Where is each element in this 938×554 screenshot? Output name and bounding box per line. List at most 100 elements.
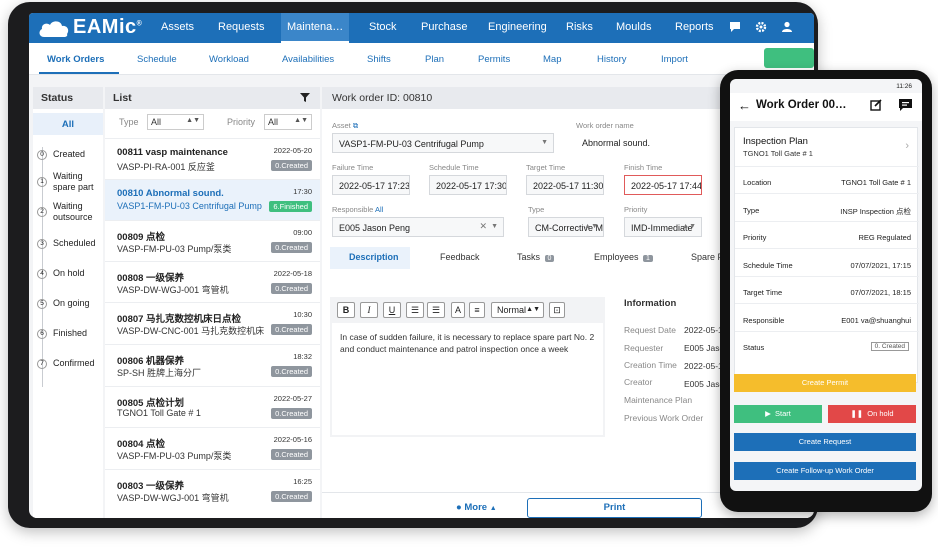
status-item-on-hold[interactable]: 4 On hold	[37, 268, 85, 279]
status-badge: 6.Finished	[269, 201, 312, 212]
external-link-icon[interactable]: ⧉	[353, 121, 358, 130]
chat-icon[interactable]	[729, 21, 741, 33]
list-item[interactable]: 00805 点检计划 TGNO1 Toll Gate # 1 2022-05-2…	[105, 386, 320, 427]
back-arrow-icon[interactable]: ←	[738, 98, 751, 113]
subnav-history[interactable]: History	[597, 54, 627, 65]
status-item-confirmed[interactable]: 7 Confirmed	[37, 358, 95, 369]
status-item-created[interactable]: 0 Created	[37, 149, 85, 160]
tab-employees[interactable]: Employees 1	[594, 252, 653, 262]
priority-select[interactable]: IMD-Immediate ▲▼	[624, 217, 702, 237]
status-item-waiting-outsource[interactable]: 2 Waiting outsource	[37, 201, 97, 223]
type-filter-select[interactable]: All ▲▼	[147, 114, 204, 130]
subnav-permits[interactable]: Permits	[478, 54, 510, 65]
create-followup-work-order-button[interactable]: Create Follow-up Work Order	[734, 462, 916, 480]
nav-requests[interactable]: Requests	[218, 21, 264, 33]
nav-moulds[interactable]: Moulds	[616, 21, 651, 33]
priority-label: Priority	[743, 233, 767, 242]
schedule-time-input[interactable]: 2022-05-17 17:30	[429, 175, 507, 195]
status-item-waiting-spare-part[interactable]: 1 Waiting spare part	[37, 171, 97, 193]
new-work-order-button[interactable]	[764, 48, 814, 68]
underline-button[interactable]: U	[383, 302, 401, 318]
create-request-button[interactable]: Create Request	[734, 433, 916, 451]
list-item[interactable]: 00804 点检 VASP-FM-PU-03 Pump/泵类 2022-05-1…	[105, 427, 320, 468]
pause-icon: ❚❚	[850, 409, 864, 418]
failure-time-input[interactable]: 2022-05-17 17:23	[332, 175, 410, 195]
font-color-button[interactable]: A	[451, 302, 465, 318]
tab-spare-parts[interactable]: Spare P	[691, 252, 724, 262]
list-item[interactable]: 00809 点检 VASP-FM-PU-03 Pump/泵类 09:00 0.C…	[105, 220, 320, 261]
tab-feedback[interactable]: Feedback	[440, 252, 480, 262]
subnav-import[interactable]: Import	[661, 54, 688, 65]
format-select[interactable]: Normal ▲▼	[491, 302, 544, 318]
responsible-all-link[interactable]: All	[375, 205, 383, 214]
list-item[interactable]: 00803 一级保养 VASP-DW-WGJ-001 弯管机 16:25 0.C…	[105, 469, 320, 510]
align-button[interactable]: ≡	[469, 302, 485, 318]
comment-icon[interactable]	[899, 99, 912, 111]
chevron-down-icon: ▼	[491, 223, 498, 230]
nav-stock[interactable]: Stock	[369, 21, 397, 33]
nav-maintenance[interactable]: Maintena…	[281, 13, 350, 43]
work-order-title: 00810 Abnormal sound.	[117, 188, 224, 199]
clear-icon[interactable]: ✕	[479, 221, 487, 232]
subnav-work-orders[interactable]: Work Orders	[47, 54, 104, 65]
on-hold-button[interactable]: ❚❚ On hold	[828, 405, 916, 423]
nav-engineering[interactable]: Engineering	[488, 21, 547, 33]
list-item[interactable]: 00810 Abnormal sound. VASP1-FM-PU-03 Cen…	[105, 179, 320, 220]
nav-purchase[interactable]: Purchase	[421, 21, 467, 33]
bullet-list-button[interactable]: ☰	[406, 302, 424, 318]
employees-count: 1	[643, 255, 653, 262]
nav-reports[interactable]: Reports	[675, 21, 714, 33]
work-order-date: 2022-05-27	[273, 394, 312, 403]
status-header: Status	[33, 87, 103, 109]
work-order-name-input[interactable]: Abnormal sound.	[576, 133, 726, 153]
priority-filter-select[interactable]: All ▲▼	[264, 114, 312, 130]
finish-time-input[interactable]: 2022-05-17 17:44	[624, 175, 702, 195]
list-item[interactable]: 00808 一级保养 VASP-DW-WGJ-001 弯管机 2022-05-1…	[105, 261, 320, 302]
subnav-availabilities[interactable]: Availabilities	[282, 54, 334, 65]
responsible-select[interactable]: E005 Jason Peng ✕ ▼	[332, 217, 504, 237]
bold-button[interactable]: B	[337, 302, 355, 318]
chevron-updown-icon: ▲▼	[682, 223, 696, 230]
schedule-time-label: Schedule Time	[743, 261, 793, 270]
status-filter-all[interactable]: All	[33, 113, 103, 135]
work-order-asset: VASP-FM-PU-03 Pump/泵类	[117, 244, 232, 254]
subnav-shifts[interactable]: Shifts	[367, 54, 391, 65]
print-button[interactable]: Print	[527, 498, 702, 518]
gear-icon[interactable]	[755, 21, 767, 33]
nav-assets[interactable]: Assets	[161, 21, 194, 33]
tab-tasks[interactable]: Tasks 0	[517, 252, 555, 262]
target-time-input[interactable]: 2022-05-17 11:30	[526, 175, 604, 195]
list-item[interactable]: 00811 vasp maintenance VASP-PI-RA-001 反应…	[105, 138, 320, 179]
user-icon[interactable]	[781, 21, 793, 33]
list-item[interactable]: 00807 马扎克数控机床日点检 VASP-DW-CNC-001 马扎克数控机床…	[105, 302, 320, 343]
subnav-workload[interactable]: Workload	[209, 54, 249, 65]
tab-description[interactable]: Description	[349, 252, 399, 262]
status-item-scheduled[interactable]: 3 Scheduled	[37, 238, 96, 249]
filter-icon[interactable]	[300, 93, 310, 102]
edit-icon[interactable]	[870, 99, 882, 111]
phone-frame: 11:26 ← Work Order 00… Inspection Plan T…	[720, 70, 932, 512]
asset-select[interactable]: VASP1-FM-PU-03 Centrifugal Pump ▼	[332, 133, 554, 153]
save-format-button[interactable]: ⊡	[549, 302, 565, 318]
status-item-finished[interactable]: 6 Finished	[37, 328, 87, 339]
nav-risks[interactable]: Risks	[566, 21, 593, 33]
type-select[interactable]: CM-Corrective M ▲▼	[528, 217, 604, 237]
create-permit-button[interactable]: Create Permit	[734, 374, 916, 392]
subnav-map[interactable]: Map	[543, 54, 561, 65]
more-button[interactable]: ● More ▲	[456, 502, 497, 513]
subnav-schedule[interactable]: Schedule	[137, 54, 177, 65]
italic-button[interactable]: I	[360, 302, 378, 318]
request-date-label: Request Date	[624, 325, 676, 335]
chevron-right-icon[interactable]: ›	[905, 140, 909, 152]
status-panel: Status All 0 Created 1 Waiting spare part …	[33, 87, 103, 518]
numbered-list-button[interactable]: ☰	[427, 302, 445, 318]
status-badge: 0.Created	[271, 449, 312, 460]
tasks-count: 0	[544, 255, 555, 262]
start-button[interactable]: ▶ Start	[734, 405, 822, 423]
status-label: Finished	[53, 328, 88, 338]
description-text[interactable]: In case of sudden failure, it is necessa…	[332, 323, 603, 435]
status-item-on-going[interactable]: 5 On going	[37, 298, 90, 309]
eamic-logo[interactable]: EAMic®	[37, 16, 142, 39]
list-item[interactable]: 00806 机器保养 SP-SH 胜牌上海分厂 18:32 0.Created	[105, 344, 320, 385]
subnav-plan[interactable]: Plan	[425, 54, 444, 65]
